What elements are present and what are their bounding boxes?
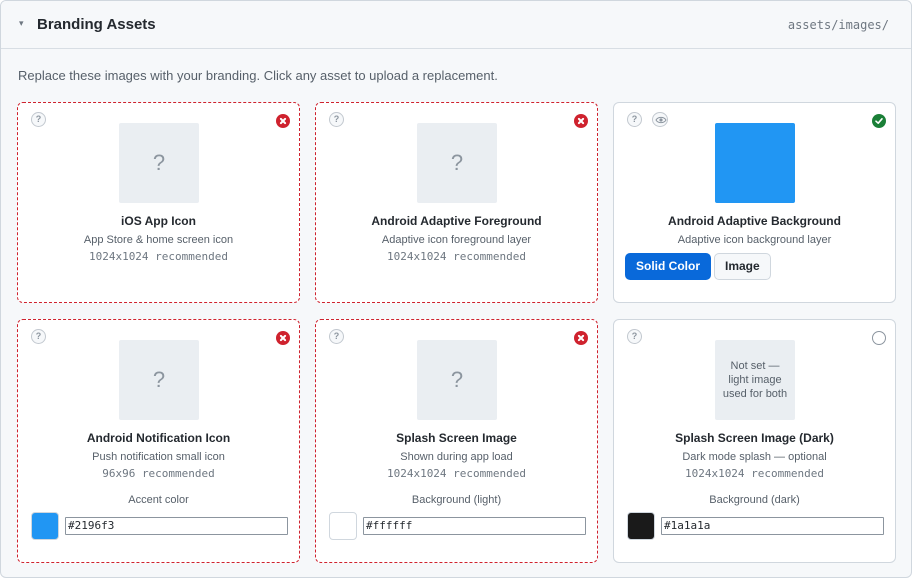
help-icon[interactable]: ?: [627, 112, 642, 127]
color-swatch[interactable]: [627, 512, 655, 540]
assets-path: assets/images/: [787, 18, 889, 32]
solid-color-button[interactable]: Solid Color: [625, 253, 711, 280]
image-placeholder[interactable]: ?: [417, 123, 497, 203]
asset-name: Splash Screen Image: [396, 431, 517, 445]
error-x-icon: [574, 114, 588, 128]
color-label: Background (light): [411, 494, 502, 506]
collapse-chevron-icon[interactable]: ▾: [19, 18, 24, 29]
asset-recommended-size: 1024x1024 recommended: [88, 250, 229, 263]
asset-card-splash-screen-image-dark[interactable]: ? Not set — light image used for both Sp…: [613, 319, 896, 563]
color-label: Background (dark): [709, 494, 800, 506]
branding-assets-panel: ▾ Branding Assets assets/images/ Replace…: [0, 0, 912, 578]
color-label: Accent color: [128, 494, 189, 506]
panel-title: Branding Assets: [37, 16, 156, 33]
error-x-icon: [574, 331, 588, 345]
eye-preview-icon[interactable]: [652, 112, 668, 127]
asset-recommended-size: 96x96 recommended: [102, 467, 215, 480]
panel-header[interactable]: ▾ Branding Assets assets/images/: [1, 1, 911, 49]
asset-subtitle: Shown during app load: [400, 451, 513, 463]
color-hex-input[interactable]: #1a1a1a: [661, 517, 884, 535]
empty-circle-icon: [872, 331, 886, 345]
asset-recommended-size: 1024x1024 recommended: [684, 467, 825, 480]
asset-card-ios-app-icon[interactable]: ? ? iOS App Icon App Store & home screen…: [17, 102, 300, 303]
asset-subtitle: App Store & home screen icon: [83, 234, 234, 246]
asset-name: Splash Screen Image (Dark): [675, 431, 834, 445]
asset-name: Android Adaptive Background: [668, 214, 841, 228]
asset-card-android-adaptive-background[interactable]: ? Android Adaptive Background Adaptive i…: [613, 102, 896, 303]
color-hex-input[interactable]: #2196f3: [65, 517, 288, 535]
help-icon[interactable]: ?: [627, 329, 642, 344]
help-icon[interactable]: ?: [329, 329, 344, 344]
panel-description: Replace these images with your branding.…: [18, 68, 498, 83]
check-circle-icon: [872, 114, 886, 128]
asset-recommended-size: 1024x1024 recommended: [386, 467, 527, 480]
help-icon[interactable]: ?: [329, 112, 344, 127]
asset-recommended-size: 1024x1024 recommended: [386, 250, 527, 263]
asset-subtitle: Dark mode splash — optional: [682, 451, 827, 463]
asset-card-android-adaptive-foreground[interactable]: ? ? Android Adaptive Foreground Adaptive…: [315, 102, 598, 303]
help-icon[interactable]: ?: [31, 329, 46, 344]
image-placeholder[interactable]: ?: [119, 340, 199, 420]
background-color-preview[interactable]: [715, 123, 795, 203]
asset-card-android-notification-icon[interactable]: ? ? Android Notification Icon Push notif…: [17, 319, 300, 563]
asset-name: Android Adaptive Foreground: [371, 214, 542, 228]
error-x-icon: [276, 331, 290, 345]
color-hex-input[interactable]: #ffffff: [363, 517, 586, 535]
background-type-toggle: Solid Color Image: [625, 253, 771, 280]
asset-subtitle: Adaptive icon background layer: [677, 234, 832, 246]
image-placeholder[interactable]: ?: [119, 123, 199, 203]
image-placeholder[interactable]: ?: [417, 340, 497, 420]
help-icon[interactable]: ?: [31, 112, 46, 127]
error-x-icon: [276, 114, 290, 128]
color-swatch[interactable]: [31, 512, 59, 540]
asset-name: iOS App Icon: [121, 214, 196, 228]
image-placeholder-note[interactable]: Not set — light image used for both: [715, 340, 795, 420]
asset-subtitle: Push notification small icon: [92, 451, 225, 463]
color-swatch[interactable]: [329, 512, 357, 540]
image-button[interactable]: Image: [714, 253, 771, 280]
asset-name: Android Notification Icon: [86, 431, 231, 445]
asset-subtitle: Adaptive icon foreground layer: [381, 234, 532, 246]
asset-card-splash-screen-image[interactable]: ? ? Splash Screen Image Shown during app…: [315, 319, 598, 563]
